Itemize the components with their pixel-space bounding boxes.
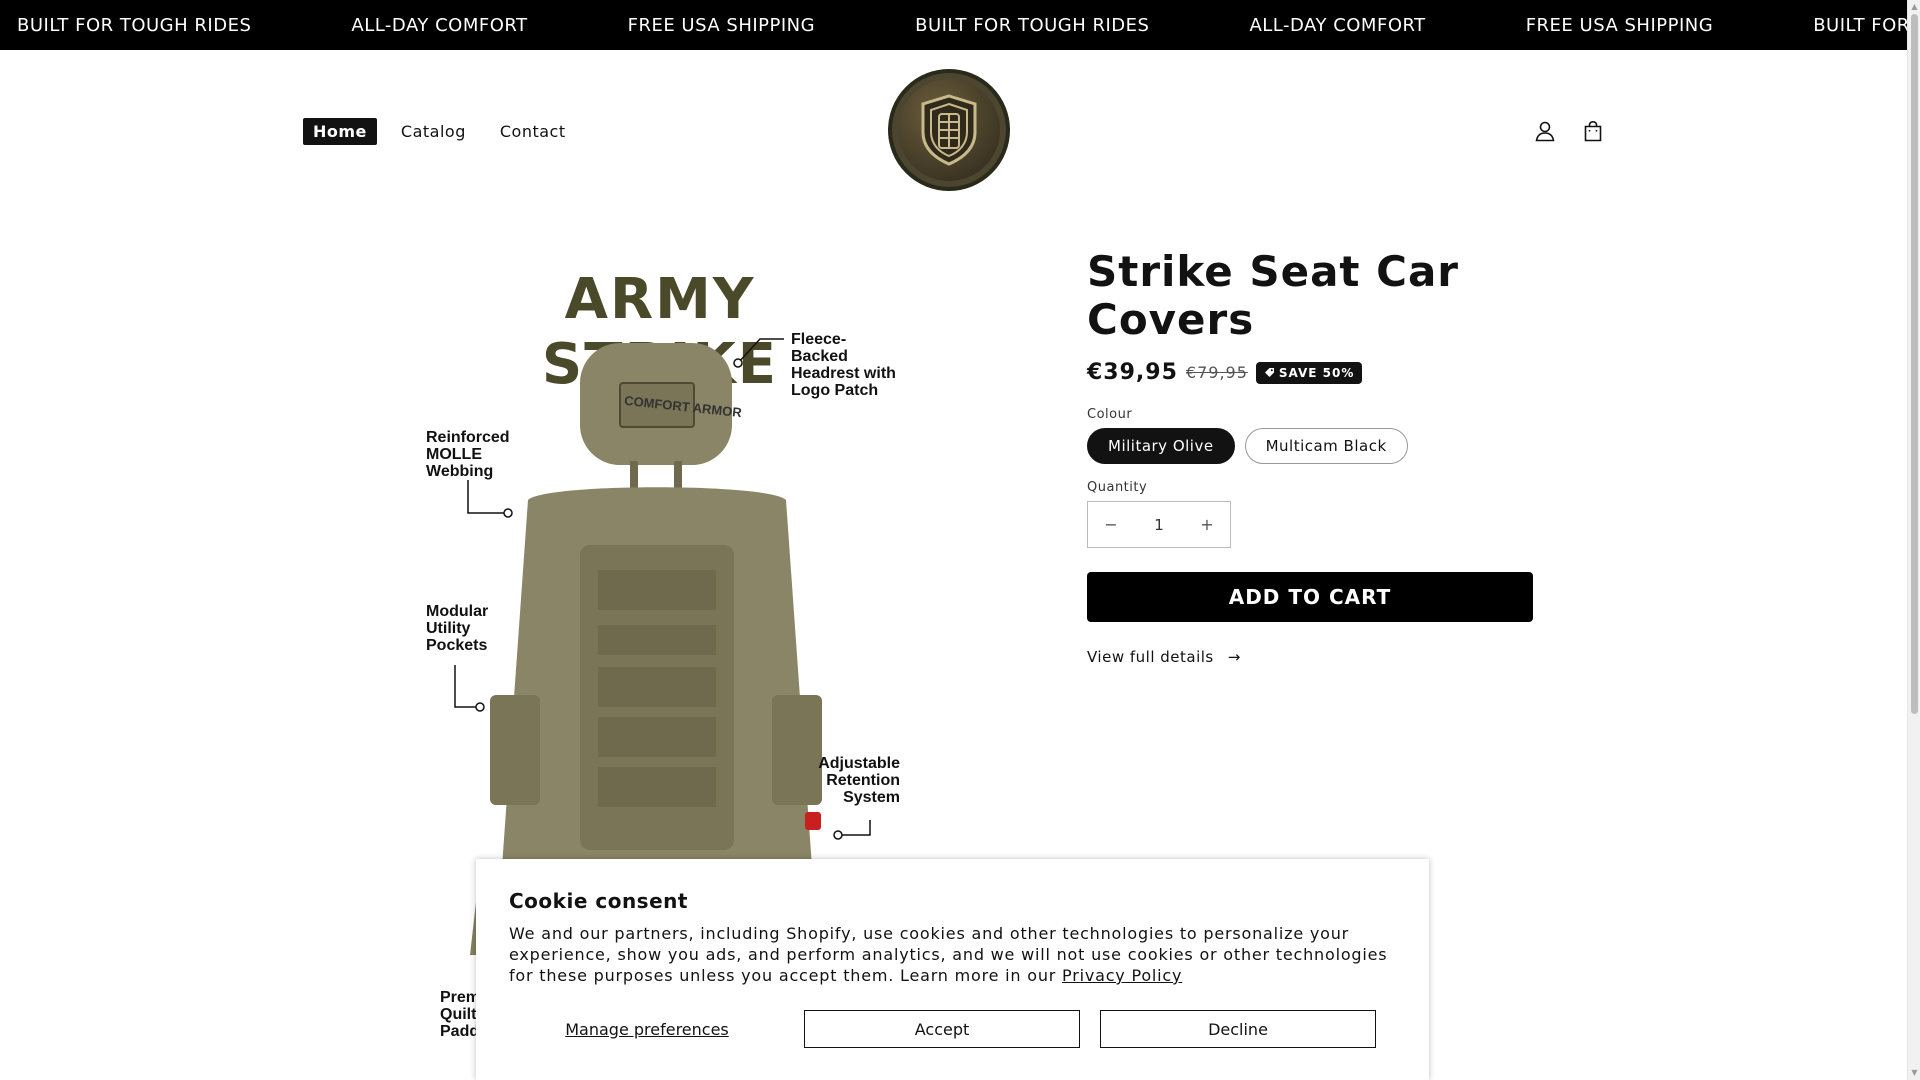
scroll-down-icon[interactable]: ▼ xyxy=(1910,1068,1919,1078)
manage-preferences-button[interactable]: Manage preferences xyxy=(509,1010,785,1048)
colour-option-multicam-black[interactable]: Multicam Black xyxy=(1244,428,1408,464)
announcement-item: BUILT FOR TOUGH RIDES xyxy=(915,14,1150,36)
view-full-details-link[interactable]: View full details → xyxy=(1087,648,1533,666)
scrollbar-thumb[interactable] xyxy=(1911,14,1918,714)
callout-pockets: Modular Utility Pockets xyxy=(426,603,489,654)
site-header: Home Catalog Contact xyxy=(0,50,1907,210)
decline-button[interactable]: Decline xyxy=(1100,1010,1376,1048)
colour-label: Colour xyxy=(1087,407,1133,422)
cookie-body: We and our partners, including Shopify, … xyxy=(509,924,1388,985)
scroll-up-icon[interactable]: ▲ xyxy=(1910,2,1919,12)
header-icons xyxy=(1532,118,1606,144)
callout-headrest: Fleece-Backed Headrest with Logo Patch xyxy=(791,331,896,399)
announcement-item: BUILT FOR TO xyxy=(1813,14,1907,36)
add-to-cart-button[interactable]: ADD TO CART xyxy=(1087,572,1533,622)
price-row: €39,95 €79,95 SAVE 50% xyxy=(1087,360,1533,385)
nav-contact[interactable]: Contact xyxy=(490,118,576,145)
account-icon[interactable] xyxy=(1532,118,1558,144)
announcement-item: FREE USA SHIPPING xyxy=(1525,14,1714,36)
colour-options: Military Olive Multicam Black xyxy=(1087,428,1533,464)
nav-home[interactable]: Home xyxy=(303,118,377,145)
product-info: Strike Seat Car Covers €39,95 €79,95 SAV… xyxy=(1087,248,1533,666)
quantity-stepper: − 1 + xyxy=(1087,501,1231,548)
cart-icon[interactable] xyxy=(1580,118,1606,144)
page-scrollbar[interactable]: ▲ ▼ xyxy=(1907,0,1920,1080)
shield-logo-icon xyxy=(921,94,977,166)
store-logo[interactable] xyxy=(888,69,1010,191)
privacy-policy-link[interactable]: Privacy Policy xyxy=(1062,966,1182,985)
announcement-item: ALL-DAY COMFORT xyxy=(351,14,528,36)
announcement-item: ALL-DAY COMFORT xyxy=(1249,14,1426,36)
quantity-increase-button[interactable]: + xyxy=(1184,502,1230,547)
save-badge: SAVE 50% xyxy=(1255,361,1363,384)
nav-catalog[interactable]: Catalog xyxy=(391,118,476,145)
sale-price: €39,95 xyxy=(1087,360,1178,385)
save-badge-label: SAVE 50% xyxy=(1278,365,1355,380)
quantity-decrease-button[interactable]: − xyxy=(1088,502,1134,547)
quantity-input[interactable]: 1 xyxy=(1154,516,1164,534)
announcement-bar: BUILT FOR TOUGH RIDES ALL-DAY COMFORT FR… xyxy=(0,0,1907,50)
announcement-item: FREE USA SHIPPING xyxy=(627,14,816,36)
cookie-title: Cookie consent xyxy=(509,889,688,913)
tag-icon xyxy=(1264,368,1274,377)
cookie-consent-banner: Cookie consent We and our partners, incl… xyxy=(476,859,1429,1080)
accept-button[interactable]: Accept xyxy=(804,1010,1080,1048)
compare-price: €79,95 xyxy=(1185,363,1248,382)
product-title: Strike Seat Car Covers xyxy=(1087,247,1459,344)
main-nav: Home Catalog Contact xyxy=(303,118,576,145)
quantity-label: Quantity xyxy=(1087,480,1148,495)
colour-option-military-olive[interactable]: Military Olive xyxy=(1087,428,1235,464)
announcement-track: BUILT FOR TOUGH RIDES ALL-DAY COMFORT FR… xyxy=(17,0,1907,50)
announcement-item: BUILT FOR TOUGH RIDES xyxy=(17,14,252,36)
callout-retention: Adjustable Retention System xyxy=(818,755,900,806)
arrow-right-icon: → xyxy=(1227,648,1241,666)
cookie-text: We and our partners, including Shopify, … xyxy=(509,923,1409,986)
view-full-details-label: View full details xyxy=(1087,648,1214,666)
callout-molle: Reinforced MOLLE Webbing xyxy=(426,429,510,480)
